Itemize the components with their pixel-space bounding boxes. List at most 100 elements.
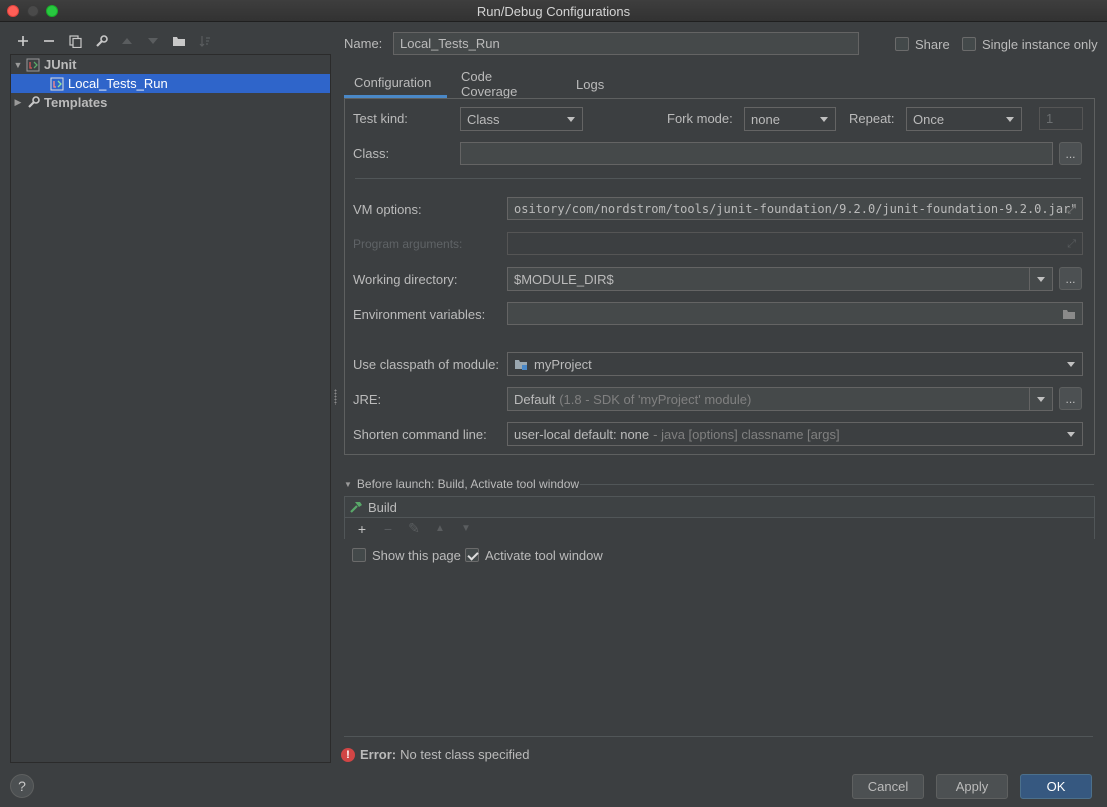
shorten-command-line-select[interactable]: user-local default: none - java [options… xyxy=(507,422,1083,446)
folder-icon[interactable] xyxy=(1062,308,1076,323)
chevron-down-icon xyxy=(1006,117,1014,122)
section-divider xyxy=(355,178,1081,179)
module-folder-icon xyxy=(514,358,529,371)
classpath-module-value: myProject xyxy=(534,356,592,372)
shorten-command-line-value: user-local default: none xyxy=(514,426,650,442)
config-tree[interactable]: ▼ JUnit Local_Tests_Run ▶ Templates xyxy=(10,54,331,763)
tab-configuration[interactable]: Configuration xyxy=(344,70,447,98)
expanded-arrow-icon[interactable]: ▼ xyxy=(344,480,352,489)
move-up-icon[interactable] xyxy=(114,30,140,52)
fork-mode-select[interactable]: none xyxy=(744,107,836,131)
apply-button[interactable]: Apply xyxy=(936,774,1008,799)
name-input[interactable]: Local_Tests_Run xyxy=(393,32,859,55)
error-message: ! Error: No test class specified xyxy=(341,747,529,762)
cancel-button[interactable]: Cancel xyxy=(852,774,924,799)
help-button[interactable]: ? xyxy=(10,774,34,798)
tab-code-coverage[interactable]: Code Coverage xyxy=(451,69,527,99)
window-title: Run/Debug Configurations xyxy=(476,4,631,19)
tree-item-local-tests-run[interactable]: Local_Tests_Run xyxy=(11,74,330,93)
error-prefix: Error: xyxy=(360,747,397,762)
repeat-count-input[interactable]: 1 xyxy=(1039,107,1083,130)
name-label: Name: xyxy=(344,36,383,51)
tree-node-templates[interactable]: ▶ Templates xyxy=(11,93,330,112)
before-launch-title: Before launch: Build, Activate tool wind… xyxy=(356,477,580,491)
tab-logs[interactable]: Logs xyxy=(566,70,614,98)
jre-label: JRE: xyxy=(353,392,382,407)
tree-item-label: Local_Tests_Run xyxy=(68,76,168,91)
single-instance-checkbox[interactable] xyxy=(962,37,976,51)
class-label: Class: xyxy=(353,146,390,161)
jre-select[interactable]: Default (1.8 - SDK of 'myProject' module… xyxy=(507,387,1053,411)
move-down-icon[interactable] xyxy=(140,30,166,52)
fork-mode-label: Fork mode: xyxy=(667,111,733,126)
error-icon: ! xyxy=(341,747,355,762)
test-kind-select[interactable]: Class xyxy=(460,107,583,131)
bottom-divider xyxy=(344,736,1093,737)
chevron-down-icon xyxy=(820,117,828,122)
share-checkbox[interactable] xyxy=(895,37,909,51)
expand-icon[interactable]: ⤢ xyxy=(1067,203,1076,217)
working-directory-label: Working directory: xyxy=(353,272,458,287)
sort-icon[interactable] xyxy=(192,30,218,52)
chevron-down-icon xyxy=(1037,397,1045,402)
tree-node-junit-label: JUnit xyxy=(44,57,77,72)
chevron-down-icon xyxy=(1067,362,1075,367)
repeat-label: Repeat: xyxy=(849,111,895,126)
jre-value: Default xyxy=(514,391,556,407)
share-label: Share xyxy=(915,37,950,52)
jre-detail: (1.8 - SDK of 'myProject' module) xyxy=(559,391,752,407)
before-launch-toolbar: + − ✎ ▲ ▼ xyxy=(345,517,1094,539)
before-launch-header[interactable]: ▼ Before launch: Build, Activate tool wi… xyxy=(344,477,579,491)
splitter-handle[interactable] xyxy=(334,389,337,405)
chevron-down-icon xyxy=(1037,277,1045,282)
working-directory-select[interactable]: $MODULE_DIR$ xyxy=(507,267,1053,291)
show-this-page-checkbox[interactable] xyxy=(352,548,366,562)
program-arguments-label: Program arguments: xyxy=(353,237,463,251)
tree-node-junit[interactable]: ▼ JUnit xyxy=(11,55,330,74)
edit-task-icon[interactable]: ✎ xyxy=(401,520,427,537)
single-instance-label: Single instance only xyxy=(982,37,1098,52)
junit-icon xyxy=(25,57,41,73)
class-input[interactable] xyxy=(460,142,1053,165)
move-up-icon[interactable]: ▲ xyxy=(427,523,453,534)
environment-variables-label: Environment variables: xyxy=(353,307,486,322)
list-item[interactable]: Build xyxy=(345,497,1094,517)
collapsed-arrow-icon[interactable]: ▶ xyxy=(11,93,25,112)
ok-button[interactable]: OK xyxy=(1020,774,1092,799)
activate-tool-window-checkbox[interactable] xyxy=(465,548,479,562)
add-task-icon[interactable]: + xyxy=(349,521,375,537)
working-directory-browse-button[interactable]: ... xyxy=(1059,267,1082,290)
activate-tool-window-label: Activate tool window xyxy=(485,548,603,563)
vm-options-input[interactable]: ository/com/nordstrom/tools/junit-founda… xyxy=(507,197,1083,220)
test-kind-label: Test kind: xyxy=(353,111,408,126)
classpath-module-select[interactable]: myProject xyxy=(507,352,1083,376)
title-bar: Run/Debug Configurations xyxy=(0,0,1107,22)
copy-icon[interactable] xyxy=(62,30,88,52)
before-launch-task-list[interactable]: Build + − ✎ ▲ ▼ xyxy=(344,496,1095,539)
show-this-page-label: Show this page xyxy=(372,548,461,563)
folder-icon[interactable] xyxy=(166,30,192,52)
expand-icon[interactable]: ⤢ xyxy=(1067,238,1076,251)
add-icon[interactable] xyxy=(10,30,36,52)
program-arguments-input[interactable]: ⤢ xyxy=(507,232,1083,255)
chevron-down-icon xyxy=(567,117,575,122)
expanded-arrow-icon[interactable]: ▼ xyxy=(11,55,25,74)
jre-browse-button[interactable]: ... xyxy=(1059,387,1082,410)
repeat-value: Once xyxy=(913,111,945,127)
wrench-icon xyxy=(25,95,41,111)
classpath-module-label: Use classpath of module: xyxy=(353,357,499,372)
wrench-icon[interactable] xyxy=(88,30,114,52)
config-toolbar xyxy=(10,30,218,52)
move-down-icon[interactable]: ▼ xyxy=(453,523,479,534)
before-launch-task-label: Build xyxy=(368,499,397,515)
shorten-command-line-detail: - java [options] classname [args] xyxy=(653,426,840,442)
environment-variables-input[interactable] xyxy=(507,302,1083,325)
before-launch-divider xyxy=(580,484,1094,485)
test-kind-value: Class xyxy=(467,111,500,127)
class-browse-button[interactable]: ... xyxy=(1059,142,1082,165)
hammer-icon xyxy=(349,500,363,514)
vm-options-label: VM options: xyxy=(353,202,422,217)
remove-task-icon[interactable]: − xyxy=(375,521,401,537)
repeat-select[interactable]: Once xyxy=(906,107,1022,131)
remove-icon[interactable] xyxy=(36,30,62,52)
